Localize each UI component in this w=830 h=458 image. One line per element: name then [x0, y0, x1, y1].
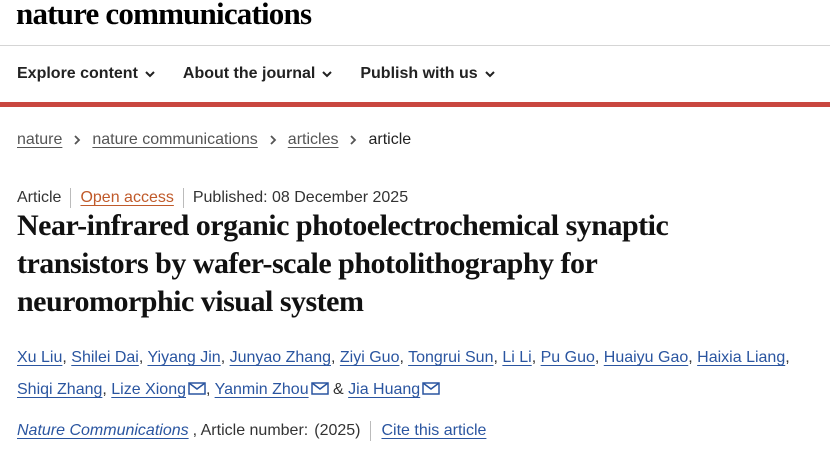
journal-link[interactable]: Nature Communications — [17, 422, 189, 440]
article-year: (2025) — [314, 422, 361, 439]
author-list: Xu Liu, Shilei Dai, Yiyang Jin, Junyao Z… — [17, 349, 790, 398]
author-link[interactable]: Jia Huang — [348, 381, 420, 398]
meta-divider — [370, 421, 372, 441]
author-link[interactable]: Shiqi Zhang — [17, 381, 102, 398]
chevron-down-icon — [145, 71, 155, 78]
article-type: Article — [17, 189, 62, 206]
author-link[interactable]: Haixia Liang — [697, 349, 785, 366]
author-link[interactable]: Ziyi Guo — [340, 349, 400, 366]
citation-line: Nature Communications , Article number: … — [17, 421, 486, 441]
accent-bar — [0, 102, 830, 107]
envelope-icon[interactable] — [188, 382, 206, 395]
chevron-right-icon — [74, 135, 81, 145]
author-link[interactable]: Junyao Zhang — [230, 349, 331, 366]
breadcrumb-current: article — [368, 131, 412, 148]
author-link[interactable]: Pu Guo — [541, 349, 595, 366]
breadcrumb-nature-communications[interactable]: nature communications — [92, 131, 257, 149]
author-link[interactable]: Li Li — [502, 349, 531, 366]
article-title: Near-infrared organic photoelectrochemic… — [17, 207, 817, 321]
cite-this-article-link[interactable]: Cite this article — [381, 422, 486, 440]
chevron-right-icon — [350, 135, 357, 145]
author-link[interactable]: Lize Xiong — [111, 381, 186, 398]
chevron-right-icon — [270, 135, 277, 145]
nav-label: Explore content — [17, 65, 138, 82]
nav-label: Publish with us — [360, 65, 478, 82]
open-access-link[interactable]: Open access — [80, 189, 173, 207]
meta-divider — [182, 188, 184, 208]
title-line: neuromorphic visual system — [17, 285, 364, 318]
author-link[interactable]: Huaiyu Gao — [604, 349, 689, 366]
meta-divider — [70, 188, 72, 208]
main-nav: Explore content About the journal Publis… — [17, 65, 523, 83]
envelope-icon[interactable] — [310, 382, 329, 395]
nav-explore-content[interactable]: Explore content — [17, 65, 156, 83]
published-date: Published: 08 December 2025 — [192, 189, 409, 206]
author-link[interactable]: Shilei Dai — [71, 349, 139, 366]
author-link[interactable]: Xu Liu — [17, 349, 62, 366]
title-line: Near-infrared organic photoelectrochemic… — [17, 209, 669, 242]
site-logo[interactable]: nature communications — [16, 0, 312, 32]
breadcrumb: nature nature communications articles ar… — [17, 131, 411, 149]
chevron-down-icon — [322, 71, 333, 78]
article-number-label: , Article number: — [192, 422, 309, 439]
header-divider — [0, 45, 830, 46]
nav-about-journal[interactable]: About the journal — [183, 65, 333, 83]
title-line: transistors by wafer-scale photolithogra… — [17, 247, 598, 280]
author-link[interactable]: Yanmin Zhou — [215, 381, 309, 398]
nav-publish-with-us[interactable]: Publish with us — [360, 65, 495, 83]
author-link[interactable]: Tongrui Sun — [408, 349, 493, 366]
breadcrumb-nature[interactable]: nature — [17, 131, 62, 149]
envelope-icon[interactable] — [422, 382, 440, 395]
chevron-down-icon — [484, 71, 495, 78]
breadcrumb-articles[interactable]: articles — [288, 131, 339, 149]
author-link[interactable]: Yiyang Jin — [147, 349, 220, 366]
article-meta: Article Open access Published: 08 Decemb… — [17, 188, 408, 208]
nav-label: About the journal — [182, 65, 316, 82]
